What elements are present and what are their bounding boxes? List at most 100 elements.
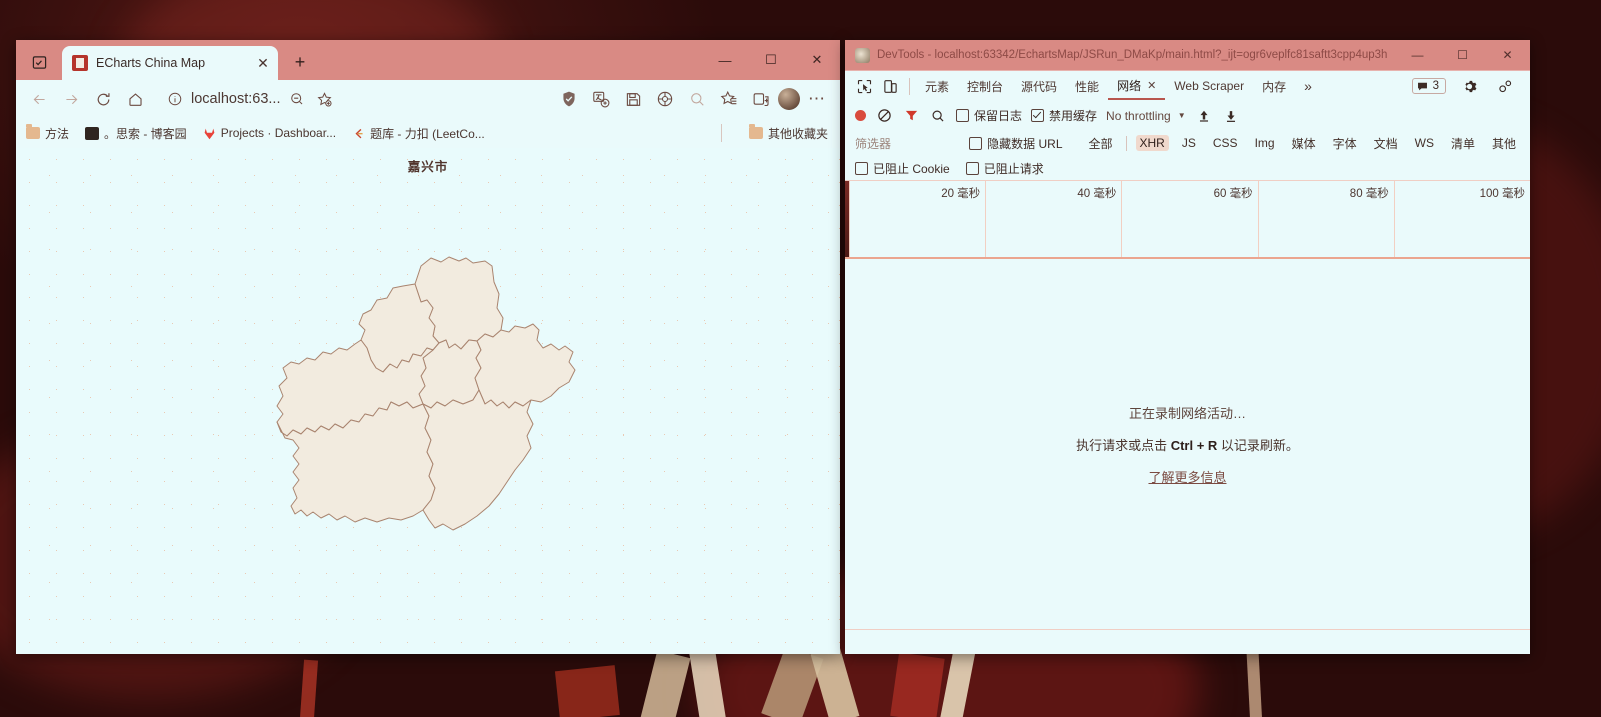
zoom-out-icon[interactable]: [287, 89, 307, 109]
browser-tab[interactable]: ECharts China Map ✕: [62, 46, 278, 80]
filter-type-css[interactable]: CSS: [1209, 135, 1242, 151]
filter-type-ws[interactable]: WS: [1411, 135, 1438, 151]
collections-icon[interactable]: [714, 84, 744, 114]
tabbar-divider: [909, 77, 910, 95]
chevron-down-icon[interactable]: ▼: [1178, 111, 1186, 120]
preserve-log-box[interactable]: [956, 109, 969, 122]
tab-actions-icon[interactable]: [24, 47, 54, 77]
bookmark-item[interactable]: 题库 - 力扣 (LeetCo...: [352, 125, 485, 142]
device-toolbar-icon[interactable]: [877, 74, 903, 98]
devtools-tab-network[interactable]: 网络 ✕: [1108, 73, 1166, 100]
devtools-maximize-button[interactable]: ☐: [1440, 40, 1485, 70]
window-minimize-button[interactable]: —: [702, 40, 748, 80]
blocked-cookies-box[interactable]: [855, 161, 868, 175]
filter-type-doc[interactable]: 文档: [1370, 134, 1402, 153]
home-icon[interactable]: [120, 84, 150, 114]
issues-badge[interactable]: 3: [1411, 78, 1446, 94]
extensions-icon[interactable]: [650, 84, 680, 114]
devtools-tabbar-actions: 3: [1411, 74, 1524, 98]
filter-type-all[interactable]: 全部: [1085, 134, 1117, 153]
network-timeline-overview[interactable]: 20 毫秒 40 毫秒 60 毫秒 80 毫秒 100 毫秒: [845, 181, 1530, 259]
browser-window-controls: — ☐ ✕: [702, 40, 840, 80]
disable-cache-checkbox[interactable]: 禁用缓存: [1031, 107, 1097, 124]
forward-icon[interactable]: [56, 84, 86, 114]
gear-icon[interactable]: [1456, 74, 1482, 98]
timeline-ruler[interactable]: 20 毫秒 40 毫秒 60 毫秒 80 毫秒 100 毫秒: [849, 181, 1530, 257]
resource-type-filters: 全部 XHR JS CSS Img 媒体 字体 文档 WS 清单 其他: [1085, 134, 1521, 153]
filter-type-media[interactable]: 媒体: [1288, 134, 1320, 153]
translate-icon[interactable]: [586, 84, 616, 114]
empty-state-line2-suffix: 以记录刷新。: [1217, 437, 1299, 453]
export-har-icon[interactable]: [1222, 107, 1240, 125]
new-tab-button[interactable]: +: [286, 48, 314, 76]
tab-close-icon[interactable]: ✕: [254, 54, 272, 72]
bookmark-other-folder[interactable]: 其他收藏夹: [748, 124, 828, 142]
bookmark-item[interactable]: 。思索 - 博客园: [85, 125, 187, 142]
issues-count: 3: [1432, 80, 1439, 92]
clear-icon[interactable]: [875, 107, 893, 125]
filter-input[interactable]: 筛选器: [855, 135, 937, 152]
hide-data-urls-box[interactable]: [969, 136, 983, 150]
reload-icon[interactable]: [88, 84, 118, 114]
address-bar-text[interactable]: localhost:63...: [191, 91, 280, 107]
filter-type-xhr[interactable]: XHR: [1135, 135, 1169, 151]
import-har-icon[interactable]: [1195, 107, 1213, 125]
filter-type-manifest[interactable]: 清单: [1447, 134, 1479, 153]
blocked-requests-box[interactable]: [965, 161, 979, 175]
site-info-icon[interactable]: [166, 90, 184, 108]
filter-type-font[interactable]: 字体: [1329, 134, 1361, 153]
devtools-tab-console[interactable]: 控制台: [958, 74, 1012, 99]
devtools-tab-elements[interactable]: 元素: [916, 74, 958, 99]
search-page-icon[interactable]: [682, 84, 712, 114]
devtools-close-button[interactable]: ✕: [1485, 40, 1530, 70]
filter-type-js[interactable]: JS: [1178, 135, 1200, 151]
preserve-log-checkbox[interactable]: 保留日志: [956, 107, 1022, 124]
bookmark-item[interactable]: 方法: [26, 124, 69, 142]
devtools-tabbar: 元素 控制台 源代码 性能 网络 ✕ Web Scraper 内存 » 3: [845, 71, 1530, 101]
china-map-svg[interactable]: [263, 244, 593, 584]
devtools-tab-web-scraper[interactable]: Web Scraper: [1165, 75, 1253, 97]
devtools-tab-network-close-icon[interactable]: ✕: [1147, 79, 1156, 92]
devtools-body: 元素 控制台 源代码 性能 网络 ✕ Web Scraper 内存 » 3 保留…: [845, 70, 1530, 654]
devtools-tabs-overflow-icon[interactable]: »: [1295, 74, 1321, 98]
empty-state-line1: 正在录制网络活动…: [1128, 405, 1246, 421]
filter-type-img[interactable]: Img: [1251, 135, 1279, 151]
gitlab-icon: [203, 127, 216, 140]
disable-cache-box[interactable]: [1031, 109, 1045, 122]
map-region-pinghu[interactable]: [474, 323, 576, 409]
devtools-minimize-button[interactable]: —: [1395, 40, 1440, 70]
devtools-tab-sources[interactable]: 源代码: [1012, 74, 1066, 99]
hide-data-urls-checkbox[interactable]: 隐藏数据 URL: [969, 135, 1063, 152]
devtools-window-controls: — ☐ ✕: [1395, 40, 1530, 70]
network-blocked-bar: 已阻止 Cookie 已阻止请求: [845, 156, 1530, 181]
save-page-icon[interactable]: [618, 84, 648, 114]
filter-icon[interactable]: [902, 107, 920, 125]
blocked-requests-checkbox[interactable]: 已阻止请求: [965, 160, 1044, 177]
window-close-button[interactable]: ✕: [794, 40, 840, 80]
add-favorite-icon[interactable]: [314, 89, 334, 109]
record-icon[interactable]: [855, 110, 866, 121]
throttling-select[interactable]: No throttling ▼: [1106, 109, 1186, 123]
address-bar[interactable]: localhost:63...: [156, 86, 548, 112]
more-options-icon[interactable]: [1492, 74, 1518, 98]
bookmark-item[interactable]: Projects · Dashboar...: [203, 126, 336, 140]
search-icon[interactable]: [929, 107, 947, 125]
filter-divider: [1125, 135, 1127, 151]
split-screen-icon[interactable]: [746, 84, 776, 114]
inspect-element-icon[interactable]: [851, 74, 877, 98]
back-icon[interactable]: [24, 84, 54, 114]
profile-avatar[interactable]: [778, 88, 800, 110]
devtools-tab-memory[interactable]: 内存: [1253, 74, 1295, 99]
map-region-haiyan[interactable]: [422, 389, 534, 531]
browser-more-icon[interactable]: ⋯: [802, 84, 832, 114]
blocked-cookies-checkbox[interactable]: 已阻止 Cookie: [855, 160, 950, 177]
shield-icon[interactable]: [554, 84, 584, 114]
echarts-map-container[interactable]: [16, 174, 840, 654]
devtools-tab-performance[interactable]: 性能: [1066, 74, 1108, 99]
bookmark-other-label: 其他收藏夹: [767, 126, 828, 141]
network-empty-state: 正在录制网络活动… 执行请求或点击 Ctrl + R 以记录刷新。 了解更多信息: [845, 259, 1530, 629]
issues-icon: [1417, 82, 1427, 90]
learn-more-link[interactable]: 了解更多信息: [1148, 467, 1226, 486]
filter-type-other[interactable]: 其他: [1488, 134, 1520, 153]
window-maximize-button[interactable]: ☐: [748, 40, 794, 80]
